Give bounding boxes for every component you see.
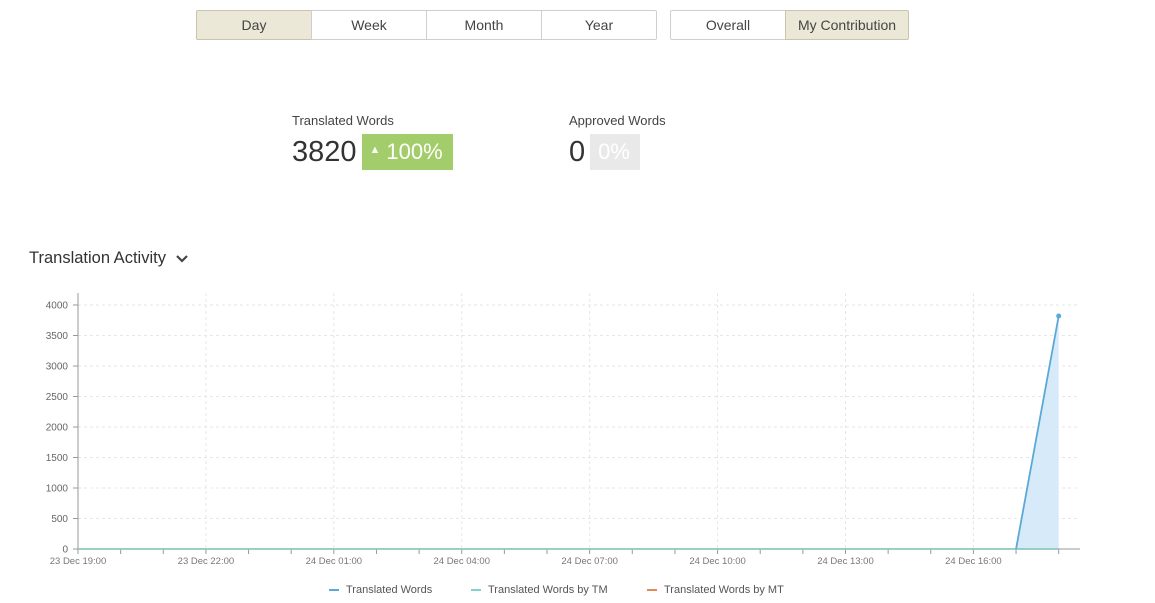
- tab-overall[interactable]: Overall: [670, 10, 786, 40]
- x-tick-label: 24 Dec 01:00: [306, 556, 363, 567]
- legend-swatch: [329, 589, 339, 591]
- approved-change-badge: 0%: [590, 134, 640, 170]
- x-tick-label: 23 Dec 19:00: [50, 556, 107, 567]
- triangle-up-icon: ▲: [369, 144, 381, 156]
- legend-label: Translated Words by MT: [664, 584, 784, 596]
- tab-week[interactable]: Week: [311, 10, 427, 40]
- y-tick-label: 1500: [46, 453, 69, 464]
- translated-change-value: 100%: [386, 139, 443, 164]
- legend-swatch: [647, 589, 657, 591]
- chevron-down-icon: [176, 254, 188, 263]
- approved-words-stat: Approved Words 0 0%: [569, 113, 666, 170]
- translated-words-stat: Translated Words 3820 ▲ 100%: [292, 113, 453, 170]
- x-tick-label: 24 Dec 07:00: [561, 556, 618, 567]
- translated-words-label: Translated Words: [292, 113, 394, 128]
- approved-change-value: 0%: [598, 139, 630, 164]
- legend-translated-words-tm[interactable]: Translated Words by TM: [471, 584, 608, 596]
- legend-label: Translated Words by TM: [488, 584, 608, 596]
- legend-swatch: [471, 589, 481, 591]
- x-tick-label: 24 Dec 04:00: [433, 556, 490, 567]
- period-tabs: Day Week Month Year: [196, 10, 657, 40]
- y-tick-label: 2000: [46, 423, 69, 434]
- x-tick-label: 24 Dec 13:00: [817, 556, 874, 567]
- approved-words-label: Approved Words: [569, 113, 666, 128]
- y-tick-label: 0: [62, 545, 68, 556]
- y-tick-label: 1000: [46, 484, 69, 495]
- translation-activity-chart: 0 500 1000 1500 2000 2500 3000 3500 4000 23 Dec 1…: [46, 293, 1080, 567]
- scope-tabs: Overall My Contribution: [670, 10, 909, 40]
- translated-words-value: 3820: [292, 136, 357, 168]
- section-title: Translation Activity: [29, 249, 166, 267]
- tab-my-contribution[interactable]: My Contribution: [785, 10, 909, 40]
- series-point-translated-words: [1056, 313, 1062, 319]
- x-tick-label: 24 Dec 10:00: [689, 556, 746, 567]
- tab-month[interactable]: Month: [426, 10, 542, 40]
- legend-translated-words[interactable]: Translated Words: [329, 584, 432, 596]
- legend-translated-words-mt[interactable]: Translated Words by MT: [647, 584, 784, 596]
- y-tick-label: 3500: [46, 331, 69, 342]
- x-tick-label: 24 Dec 16:00: [945, 556, 1002, 567]
- y-tick-label: 2500: [46, 392, 69, 403]
- y-tick-label: 500: [51, 514, 68, 525]
- translation-activity-dropdown[interactable]: Translation Activity: [29, 249, 189, 268]
- tab-day[interactable]: Day: [196, 10, 312, 40]
- y-tick-label: 4000: [46, 301, 69, 312]
- translated-change-badge: ▲ 100%: [361, 134, 453, 170]
- x-tick-label: 23 Dec 22:00: [178, 556, 235, 567]
- series-area-translated-words: [78, 315, 1059, 549]
- tab-year[interactable]: Year: [541, 10, 657, 40]
- approved-words-value: 0: [569, 136, 586, 168]
- legend-label: Translated Words: [346, 584, 433, 596]
- y-tick-label: 3000: [46, 362, 69, 373]
